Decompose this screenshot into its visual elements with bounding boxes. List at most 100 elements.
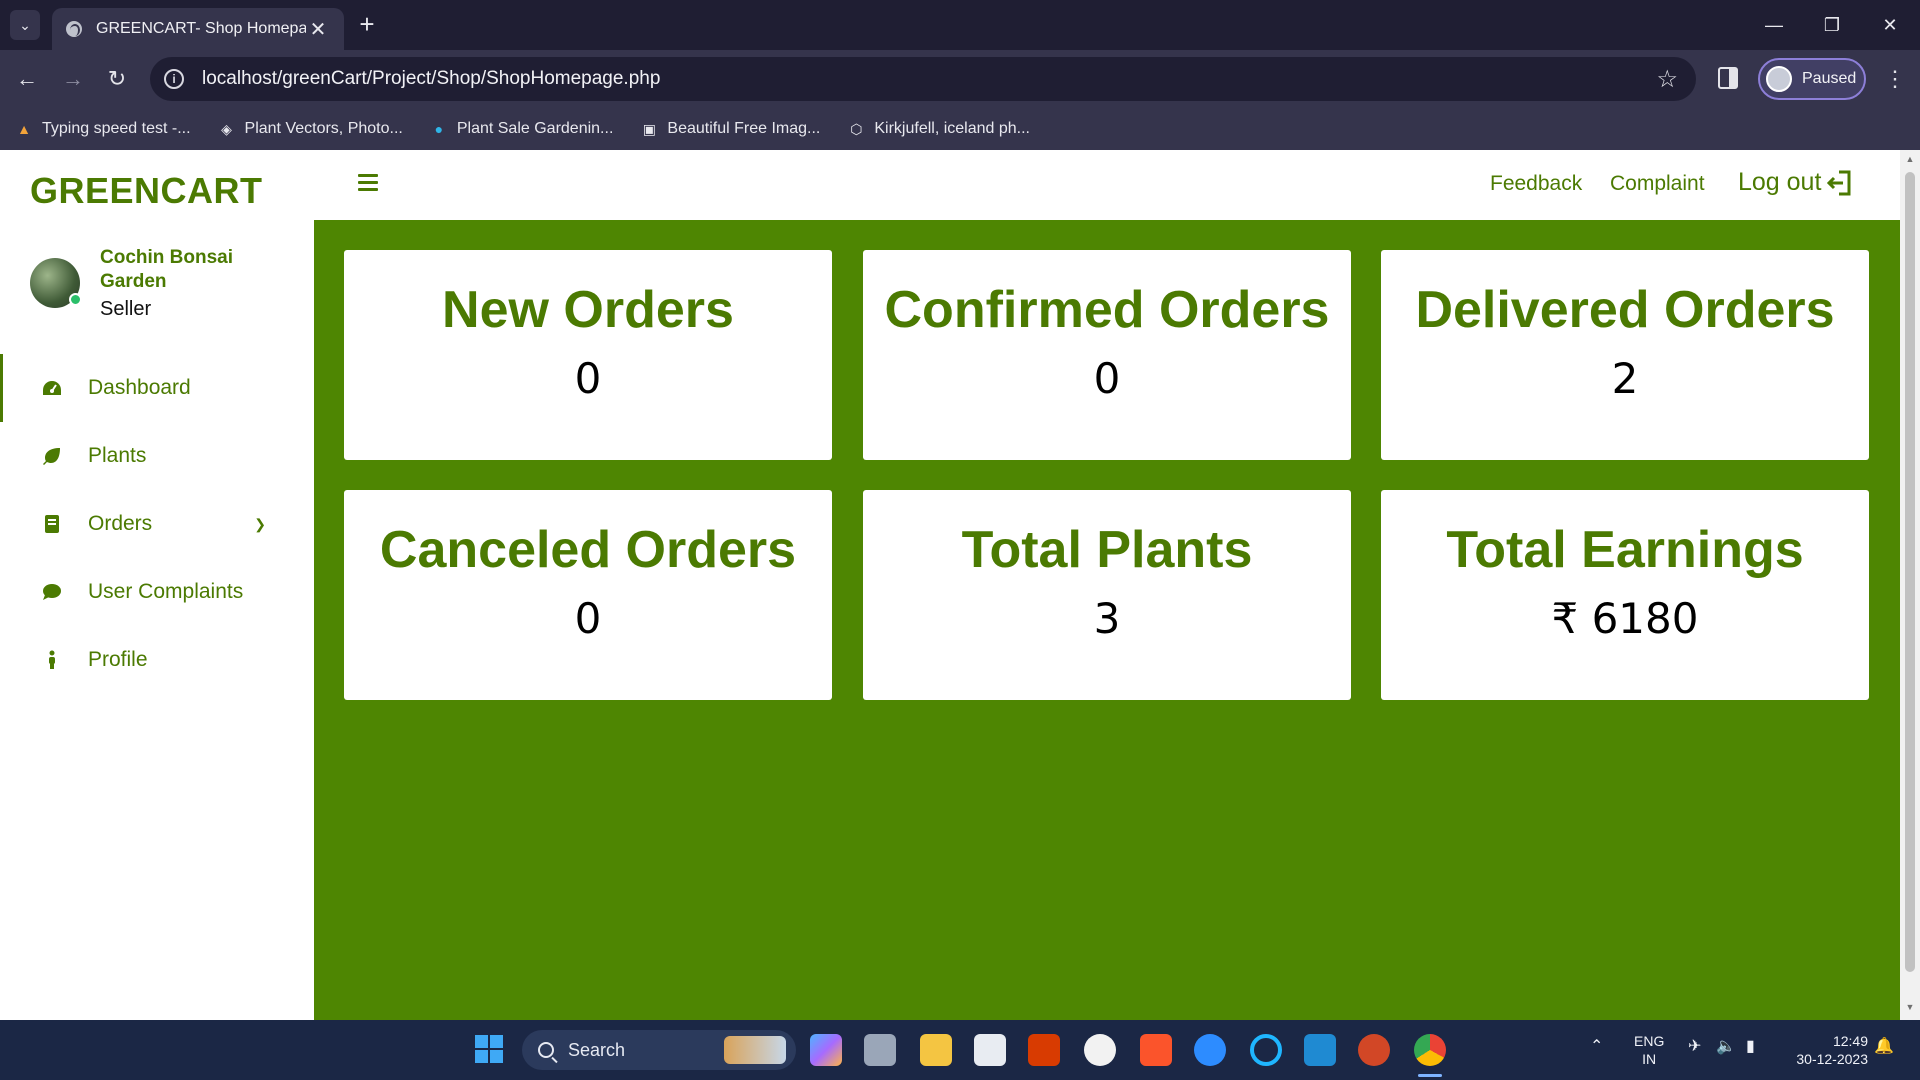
bookmark-item[interactable]: ● Plant Sale Gardenin... — [429, 120, 614, 138]
back-button[interactable]: ← — [10, 62, 44, 96]
stat-value: 2 — [1611, 354, 1639, 403]
freepik-icon: ◈ — [221, 120, 232, 137]
sidebar-item-dashboard[interactable]: Dashboard — [0, 354, 314, 422]
github-desktop-icon[interactable] — [1084, 1034, 1116, 1066]
chevron-down-icon[interactable]: ❯ — [254, 516, 266, 533]
profile-avatar — [1766, 66, 1792, 92]
tab-search-button[interactable]: ⌄ — [10, 10, 40, 40]
page-scrollbar[interactable]: ▲ ▼ — [1900, 150, 1920, 1020]
stat-card-canceled-orders[interactable]: Canceled Orders 0 — [344, 490, 832, 700]
sidebar-item-user-complaints[interactable]: User Complaints — [0, 558, 314, 626]
search-highlight-icon — [724, 1036, 786, 1064]
bookmark-item[interactable]: ⬡ Kirkjufell, iceland ph... — [846, 120, 1030, 138]
stat-card-confirmed-orders[interactable]: Confirmed Orders 0 — [863, 250, 1351, 460]
page-viewport: GREENCART Cochin Bonsai Garden Seller Da… — [0, 150, 1920, 1020]
airplane-mode-icon[interactable]: ✈ — [1688, 1038, 1701, 1056]
alexa-icon[interactable] — [1250, 1034, 1282, 1066]
online-status-dot — [69, 293, 82, 306]
search-icon — [538, 1042, 554, 1058]
bookmark-star-icon[interactable]: ☆ — [1656, 65, 1678, 94]
volume-icon[interactable]: 🔈 — [1716, 1038, 1736, 1056]
restore-button[interactable]: ❐ — [1812, 8, 1852, 42]
browser-titlebar: ⌄ GREENCART- Shop Homepage ✕ + — ❐ ✕ — [0, 0, 1920, 50]
person-icon — [42, 650, 62, 670]
powerpoint-icon[interactable] — [1358, 1034, 1390, 1066]
stat-card-new-orders[interactable]: New Orders 0 — [344, 250, 832, 460]
feedback-link[interactable]: Feedback — [1490, 172, 1582, 196]
taskbar-search[interactable]: Search — [522, 1030, 796, 1070]
search-label: Search — [568, 1039, 626, 1060]
pixabay-icon: ⬡ — [850, 120, 863, 137]
stat-title: Canceled Orders — [379, 521, 797, 579]
windows-taskbar: Search ⌃ ENG IN ✈ 🔈 ▮ 12:49 30-12-2023 🔔 — [0, 1020, 1920, 1080]
stat-title: Total Earnings — [1446, 521, 1804, 579]
hamburger-menu-icon[interactable] — [358, 174, 378, 192]
brand-logo[interactable]: GREENCART — [30, 170, 263, 212]
bookmark-item[interactable]: ◈ Plant Vectors, Photo... — [217, 120, 403, 138]
copilot-icon[interactable] — [810, 1034, 842, 1066]
user-panel: Cochin Bonsai Garden Seller — [30, 246, 250, 321]
help-icon[interactable] — [1194, 1034, 1226, 1066]
sidebar-item-label: Orders — [88, 512, 153, 535]
browser-menu-button[interactable]: ⋮ — [1880, 62, 1910, 96]
speedometer-icon — [42, 378, 62, 398]
start-button[interactable] — [474, 1034, 504, 1064]
sidebar: GREENCART Cochin Bonsai Garden Seller Da… — [0, 150, 314, 1020]
sidebar-item-plants[interactable]: Plants — [0, 422, 314, 490]
stat-title: New Orders — [442, 281, 734, 339]
sidebar-item-profile[interactable]: Profile — [0, 626, 314, 694]
url-text[interactable]: localhost/greenCart/Project/Shop/ShopHom… — [202, 68, 1656, 90]
sidebar-item-label: Profile — [88, 648, 148, 671]
scroll-down-arrow-icon[interactable]: ▼ — [1905, 1002, 1915, 1012]
language-indicator[interactable]: ENG IN — [1634, 1032, 1664, 1068]
notification-bell-icon[interactable]: 🔔 — [1874, 1038, 1894, 1056]
reload-button[interactable]: ↻ — [100, 62, 134, 96]
side-panel-icon[interactable] — [1718, 67, 1738, 89]
windows-logo-icon — [475, 1035, 503, 1063]
sidebar-item-label: Plants — [88, 444, 147, 467]
logout-button[interactable]: Log out — [1738, 168, 1853, 197]
logout-icon — [1827, 170, 1851, 195]
complaint-link[interactable]: Complaint — [1610, 172, 1705, 196]
bookmarks-bar: ▲ Typing speed test -... ◈ Plant Vectors… — [0, 108, 1920, 150]
stat-title: Delivered Orders — [1415, 281, 1835, 339]
site-info-icon[interactable]: i — [164, 69, 184, 89]
stat-value: 0 — [574, 354, 602, 403]
profile-button[interactable]: Paused — [1758, 58, 1866, 100]
typing-test-icon: ▲ — [17, 121, 31, 137]
close-tab-icon[interactable]: ✕ — [306, 17, 330, 42]
scroll-up-arrow-icon[interactable]: ▲ — [1905, 154, 1915, 164]
stat-card-total-plants[interactable]: Total Plants 3 — [863, 490, 1351, 700]
topbar: Feedback Complaint Log out — [314, 150, 1900, 220]
microsoft-store-icon[interactable] — [974, 1034, 1006, 1066]
scrollbar-thumb[interactable] — [1905, 172, 1915, 972]
bookmark-item[interactable]: ▲ Typing speed test -... — [14, 120, 190, 138]
new-tab-button[interactable]: + — [352, 10, 382, 40]
minimize-button[interactable]: — — [1754, 8, 1794, 42]
battery-icon[interactable]: ▮ — [1746, 1038, 1755, 1056]
chat-bubble-icon — [42, 582, 62, 602]
chrome-icon[interactable] — [1414, 1034, 1446, 1066]
stat-value: 0 — [574, 594, 602, 643]
leaf-icon — [42, 446, 62, 466]
file-explorer-icon[interactable] — [920, 1034, 952, 1066]
avatar — [30, 258, 82, 308]
stat-card-total-earnings[interactable]: Total Earnings ₹ 6180 — [1381, 490, 1869, 700]
forward-button[interactable]: → — [56, 62, 90, 96]
office-icon[interactable] — [1028, 1034, 1060, 1066]
tab-title: GREENCART- Shop Homepage — [96, 20, 306, 37]
vscode-icon[interactable] — [1304, 1034, 1336, 1066]
bookmark-item[interactable]: ▣ Beautiful Free Imag... — [639, 120, 821, 138]
brave-browser-icon[interactable] — [1140, 1034, 1172, 1066]
profile-status: Paused — [1802, 70, 1857, 87]
close-window-button[interactable]: ✕ — [1870, 8, 1910, 42]
browser-toolbar: ← → ↻ i localhost/greenCart/Project/Shop… — [0, 50, 1920, 108]
clock[interactable]: 12:49 30-12-2023 — [1778, 1032, 1868, 1068]
sidebar-item-orders[interactable]: Orders ❯ — [0, 490, 314, 558]
chevron-down-icon: ⌄ — [19, 16, 31, 33]
task-view-icon[interactable] — [864, 1034, 896, 1066]
address-bar[interactable]: i localhost/greenCart/Project/Shop/ShopH… — [150, 57, 1696, 101]
tray-overflow-icon[interactable]: ⌃ — [1590, 1038, 1603, 1056]
browser-tab[interactable]: GREENCART- Shop Homepage ✕ — [52, 8, 344, 50]
stat-card-delivered-orders[interactable]: Delivered Orders 2 — [1381, 250, 1869, 460]
